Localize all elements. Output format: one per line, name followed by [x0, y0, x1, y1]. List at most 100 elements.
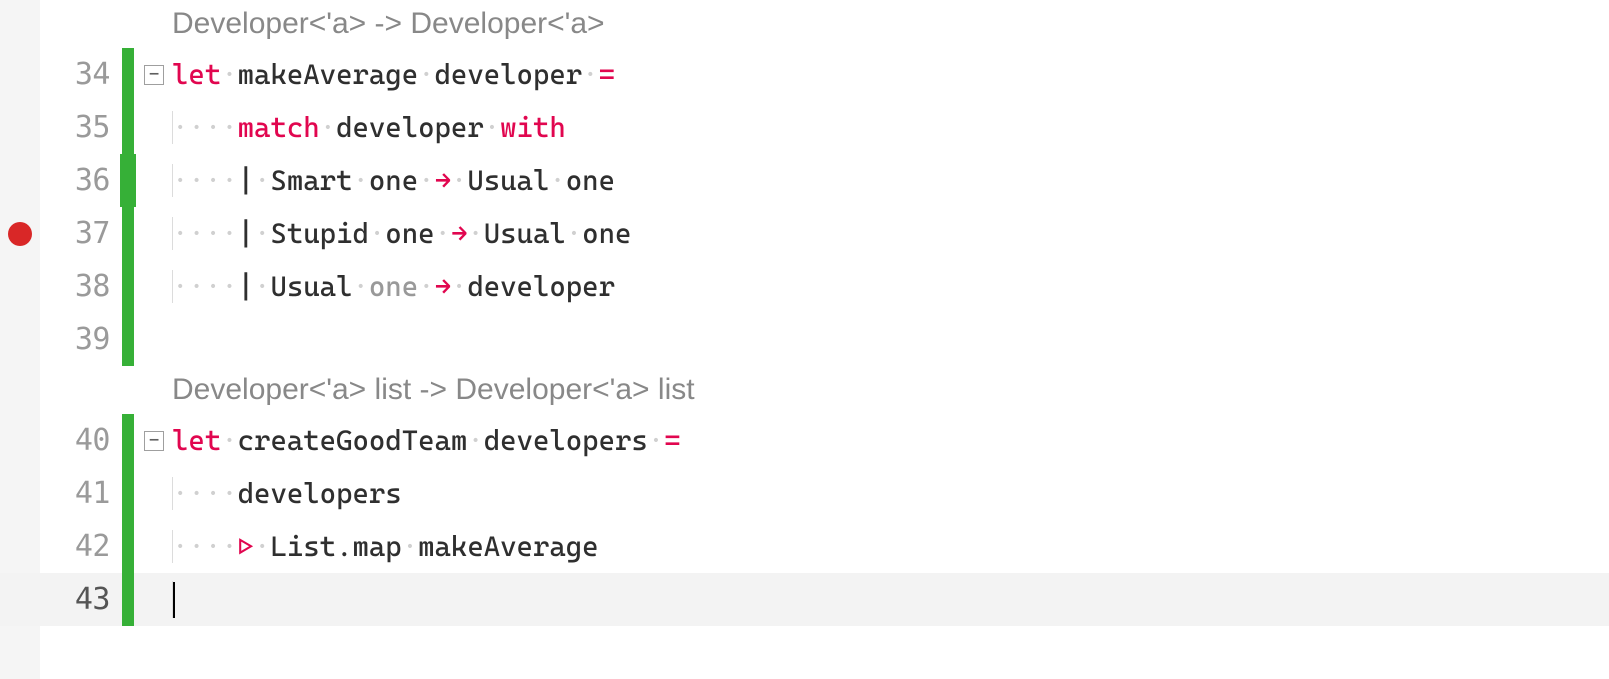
code-line[interactable]: let·makeAverage·developer·=: [172, 48, 1609, 101]
identifier: developer: [336, 111, 484, 144]
code-lens-hint[interactable]: Developer<'a> -> Developer<'a>: [172, 0, 1609, 48]
code-editor[interactable]: 34 35 36 37 38 39 40 41 42 43: [0, 0, 1609, 679]
change-marker: [122, 101, 134, 154]
code-lens-hint[interactable]: Developer<'a> list -> Developer<'a> list: [172, 366, 1609, 414]
line-number-cell[interactable]: 37: [40, 207, 120, 260]
change-marker: [122, 467, 134, 520]
breakpoint-margin[interactable]: [0, 0, 40, 679]
breakpoint-icon[interactable]: [8, 222, 32, 246]
code-line[interactable]: ····developers: [172, 467, 1609, 520]
line-number: 42: [75, 529, 110, 564]
keyword-match: match: [238, 111, 320, 144]
line-number-gutter[interactable]: 34 35 36 37 38 39 40 41 42 43: [40, 0, 120, 679]
line-number-cell[interactable]: 38: [40, 260, 120, 313]
fold-column[interactable]: [136, 0, 172, 679]
code-area[interactable]: Developer<'a> -> Developer<'a> let·makeA…: [172, 0, 1609, 679]
identifier: one: [385, 217, 434, 250]
pattern-bar: |: [238, 217, 254, 250]
line-number-cell[interactable]: 34: [40, 48, 120, 101]
margin-cell[interactable]: [0, 467, 40, 520]
identifier: List.map: [270, 530, 401, 563]
line-number-cell[interactable]: 39: [40, 313, 120, 366]
line-number: 41: [75, 476, 110, 511]
margin-cell: [0, 366, 40, 414]
operator-eq: =: [599, 58, 615, 91]
line-number: 34: [75, 57, 110, 92]
line-number-cell[interactable]: 42: [40, 520, 120, 573]
margin-cell[interactable]: [0, 414, 40, 467]
fold-cell[interactable]: [136, 414, 172, 467]
change-marker: [122, 414, 134, 467]
constructor: Usual: [467, 164, 549, 197]
arrow-icon: →: [451, 217, 467, 250]
code-line-current[interactable]: [172, 573, 1609, 626]
line-number: 37: [75, 216, 110, 251]
identifier: one: [369, 164, 418, 197]
arrow-icon: →: [435, 270, 451, 303]
change-marker: [120, 154, 136, 207]
margin-cell[interactable]: [0, 101, 40, 154]
identifier-unused: one: [369, 270, 418, 303]
line-number: 38: [75, 269, 110, 304]
margin-cell[interactable]: [0, 260, 40, 313]
change-marker: [122, 48, 134, 101]
operator-eq: =: [664, 424, 680, 457]
identifier: developers: [484, 424, 648, 457]
identifier: one: [566, 164, 615, 197]
line-number-cell[interactable]: 36: [40, 154, 120, 207]
margin-cell[interactable]: [0, 573, 40, 626]
margin-cell[interactable]: [0, 154, 40, 207]
identifier: makeAverage: [238, 58, 418, 91]
code-lens-text: Developer<'a> list -> Developer<'a> list: [172, 373, 695, 407]
identifier: one: [582, 217, 631, 250]
line-number-cell[interactable]: 43: [40, 573, 120, 626]
whitespace-dot: ·: [418, 58, 434, 91]
arrow-icon: →: [435, 164, 451, 197]
change-marker: [122, 260, 134, 313]
change-marker: [122, 573, 134, 626]
code-line[interactable]: ····|·Stupid·one·→·Usual·one: [172, 207, 1609, 260]
constructor: Usual: [484, 217, 566, 250]
change-marker: [122, 313, 134, 366]
line-number: 39: [75, 322, 110, 357]
identifier: developers: [238, 477, 402, 510]
code-line[interactable]: [172, 313, 1609, 366]
line-number-cell[interactable]: 41: [40, 467, 120, 520]
margin-cell[interactable]: [0, 48, 40, 101]
code-line[interactable]: ····|·Smart·one·→·Usual·one: [172, 154, 1609, 207]
code-line[interactable]: ····match·developer·with: [172, 101, 1609, 154]
margin-cell[interactable]: [0, 520, 40, 573]
whitespace-dot: ·: [221, 58, 237, 91]
margin-cell[interactable]: [0, 313, 40, 366]
code-line[interactable]: let·createGoodTeam·developers·=: [172, 414, 1609, 467]
fold-toggle-icon[interactable]: [144, 431, 164, 451]
code-line[interactable]: ····|·Usual·one·→·developer: [172, 260, 1609, 313]
margin-cell: [0, 0, 40, 48]
line-number: 35: [75, 110, 110, 145]
constructor: Stupid: [270, 217, 368, 250]
change-marker: [122, 207, 134, 260]
line-number-cell[interactable]: 35: [40, 101, 120, 154]
identifier: makeAverage: [418, 530, 598, 563]
line-number: 40: [75, 423, 110, 458]
line-number: 43: [75, 582, 110, 617]
fold-toggle-icon[interactable]: [144, 65, 164, 85]
code-lens-text: Developer<'a> -> Developer<'a>: [172, 7, 605, 41]
fold-cell[interactable]: [136, 48, 172, 101]
identifier: developer: [467, 270, 615, 303]
constructor: Usual: [270, 270, 352, 303]
line-number-cell[interactable]: 40: [40, 414, 120, 467]
whitespace-dot: ·: [582, 58, 598, 91]
pattern-bar: |: [238, 270, 254, 303]
whitespace-indent: ····: [172, 111, 238, 144]
keyword-with: with: [500, 111, 566, 144]
code-line[interactable]: ····▷·List.map·makeAverage: [172, 520, 1609, 573]
line-number: 36: [75, 163, 110, 198]
pattern-bar: |: [238, 164, 254, 197]
identifier: createGoodTeam: [238, 424, 468, 457]
change-marker: [122, 520, 134, 573]
margin-cell[interactable]: [0, 207, 40, 260]
pipe-forward-icon: ▷: [238, 530, 254, 563]
constructor: Smart: [270, 164, 352, 197]
keyword-let: let: [172, 424, 221, 457]
